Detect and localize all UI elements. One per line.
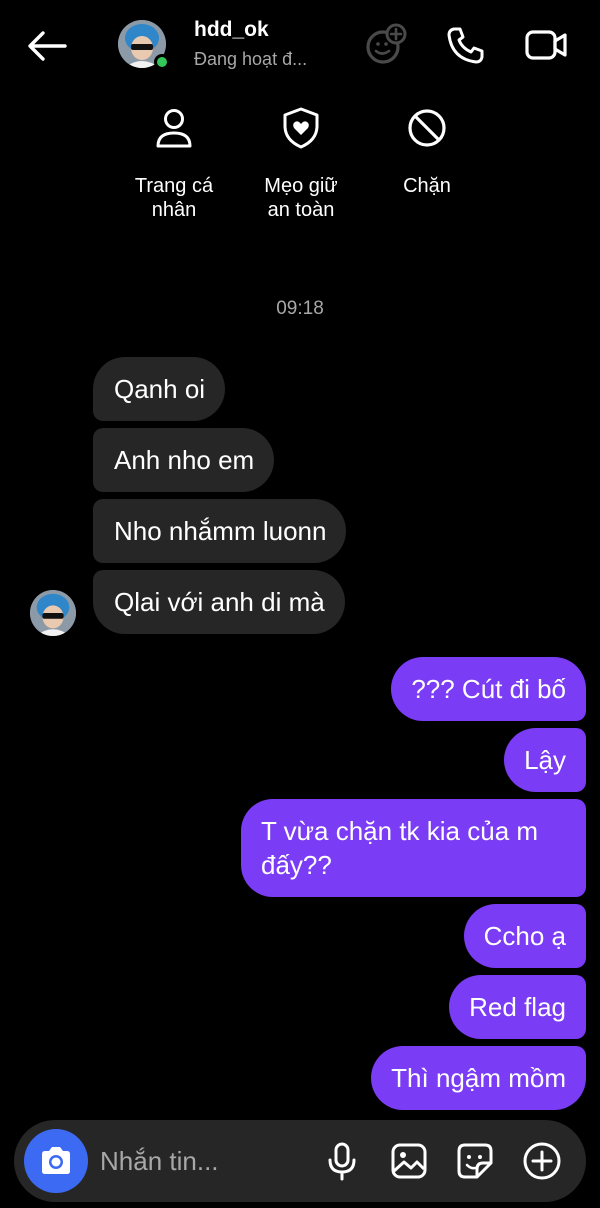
plus-icon bbox=[523, 1142, 561, 1180]
safety-tips-label: Mẹo giữ an toàn bbox=[264, 175, 338, 221]
outgoing-message[interactable]: Lậy bbox=[504, 728, 586, 792]
chat-header: hdd_ok Đang hoạt đ... bbox=[0, 0, 600, 92]
video-icon bbox=[525, 30, 567, 60]
incoming-message[interactable]: Qlai với anh di mà bbox=[93, 570, 345, 634]
back-arrow-icon bbox=[28, 31, 67, 61]
safety-tips-action[interactable]: Mẹo giữ an toàn bbox=[246, 104, 356, 222]
shield-heart-icon bbox=[277, 104, 325, 152]
profile-action[interactable]: Trang cá nhân bbox=[119, 104, 229, 222]
block-action[interactable]: Chặn bbox=[372, 104, 482, 198]
outgoing-message[interactable]: ??? Cút đi bố bbox=[391, 657, 586, 721]
call-button[interactable] bbox=[443, 22, 489, 68]
block-label: Chặn bbox=[403, 175, 451, 197]
incoming-message[interactable]: Nho nhắmm luonn bbox=[93, 499, 347, 563]
gallery-icon bbox=[391, 1143, 427, 1179]
outgoing-message[interactable]: T vừa chặn tk kia của m đấy?? bbox=[241, 799, 586, 897]
contact-status: Đang hoạt đ... bbox=[194, 49, 308, 69]
block-icon bbox=[403, 104, 451, 152]
contact-name[interactable]: hdd_ok bbox=[194, 18, 269, 42]
message-timestamp: 09:18 bbox=[276, 298, 324, 319]
camera-button[interactable] bbox=[24, 1129, 88, 1193]
microphone-icon bbox=[328, 1142, 356, 1181]
sender-avatar[interactable] bbox=[30, 590, 76, 636]
video-call-button[interactable] bbox=[523, 22, 569, 68]
message-composer bbox=[14, 1120, 586, 1202]
sticker-icon bbox=[457, 1143, 493, 1179]
effects-icon bbox=[366, 23, 407, 64]
outgoing-message[interactable]: Thì ngậm mồm bbox=[371, 1046, 586, 1110]
outgoing-message[interactable]: Red flag bbox=[449, 975, 586, 1039]
voice-button[interactable] bbox=[320, 1139, 364, 1183]
person-icon bbox=[150, 104, 198, 152]
more-button[interactable] bbox=[520, 1139, 564, 1183]
outgoing-message[interactable]: Ccho ạ bbox=[463, 904, 586, 968]
incoming-message[interactable]: Qanh oi bbox=[93, 357, 226, 421]
message-input[interactable] bbox=[100, 1142, 300, 1180]
online-indicator bbox=[154, 54, 170, 70]
camera-icon bbox=[42, 1147, 70, 1174]
contact-avatar[interactable] bbox=[118, 20, 170, 72]
gallery-button[interactable] bbox=[387, 1139, 431, 1183]
effects-button[interactable] bbox=[363, 22, 409, 68]
chat-screen: hdd_ok Đang hoạt đ... Trang cá nhân Mẹo … bbox=[0, 0, 600, 1208]
phone-icon bbox=[447, 27, 484, 64]
profile-action-label: Trang cá nhân bbox=[134, 175, 214, 221]
back-button[interactable] bbox=[24, 24, 70, 68]
incoming-message[interactable]: Anh nho em bbox=[93, 428, 275, 492]
sticker-button[interactable] bbox=[453, 1139, 497, 1183]
